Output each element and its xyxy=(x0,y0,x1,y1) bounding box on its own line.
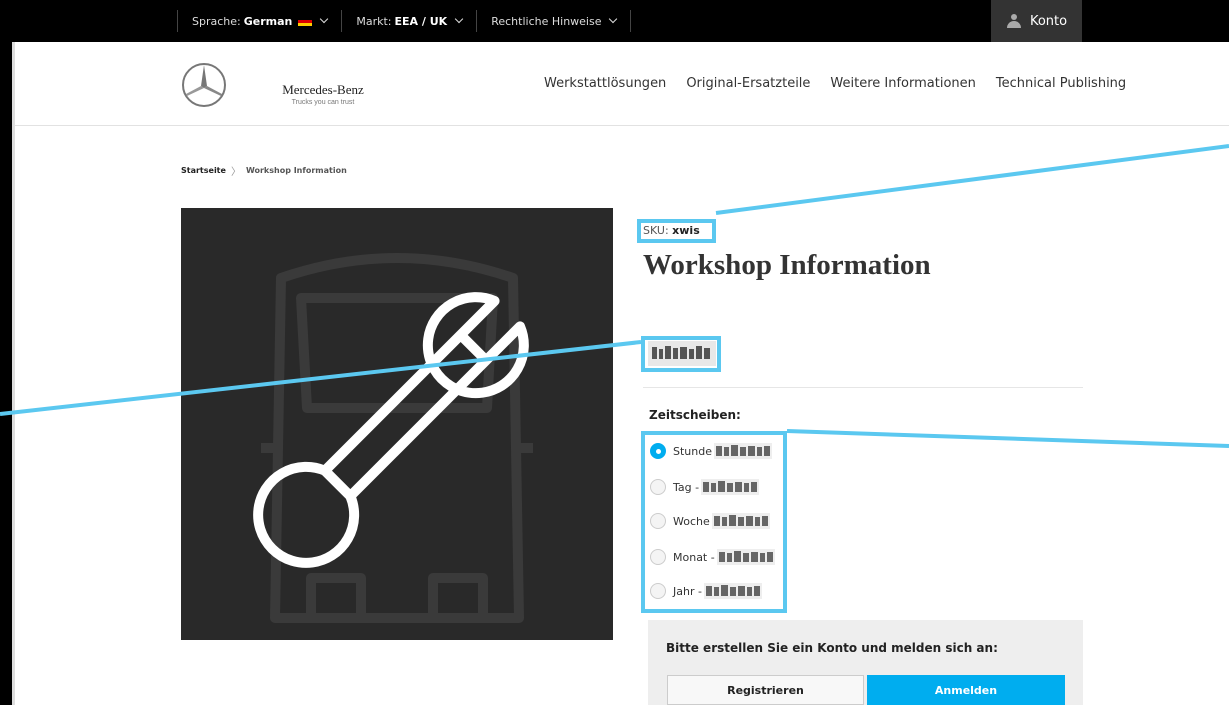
nav-original-ersatzteile[interactable]: Original-Ersatzteile xyxy=(686,76,810,91)
legal-notices-menu[interactable]: Rechtliche Hinweise xyxy=(476,10,632,32)
mercedes-star-logo-icon[interactable] xyxy=(181,62,227,108)
wrench-icon xyxy=(253,292,529,568)
breadcrumb: Startseite 〉 Workshop Information xyxy=(181,163,347,178)
annotation-box-sku xyxy=(637,219,716,243)
language-selector[interactable]: Sprache: German xyxy=(177,10,341,32)
top-utility-bar: Sprache: German Markt: EEA / UK Rechtlic… xyxy=(12,0,1229,42)
brand-name: Mercedes-Benz xyxy=(282,82,364,97)
language-label: Sprache: xyxy=(192,14,241,28)
account-button[interactable]: Konto xyxy=(991,0,1082,42)
site-header: Mercedes-Benz Trucks you can trust Werks… xyxy=(15,42,1229,126)
german-flag-icon xyxy=(298,16,313,26)
annotation-box-options xyxy=(641,431,787,613)
nav-technical-publishing[interactable]: Technical Publishing xyxy=(996,76,1126,91)
account-label: Konto xyxy=(1029,13,1068,29)
market-value: EEA / UK xyxy=(394,14,448,28)
language-value: German xyxy=(243,14,293,28)
user-icon xyxy=(1006,14,1022,28)
register-button[interactable]: Registrieren xyxy=(667,675,864,705)
brand-wordmark[interactable]: Mercedes-Benz Trucks you can trust xyxy=(273,82,373,106)
chevron-down-icon xyxy=(609,14,618,24)
annotation-box-price xyxy=(641,336,721,372)
chevron-right-icon: 〉 xyxy=(230,167,241,178)
brand-tagline: Trucks you can trust xyxy=(291,99,355,106)
login-panel: Bitte erstellen Sie ein Konto und melden… xyxy=(648,620,1083,705)
breadcrumb-current: Workshop Information xyxy=(245,166,347,175)
market-label: Markt: xyxy=(356,14,392,28)
nav-weitere-informationen[interactable]: Weitere Informationen xyxy=(830,76,975,91)
section-divider xyxy=(643,387,1083,388)
main-navigation: Werkstattlösungen Original-Ersatzteile W… xyxy=(544,76,1146,91)
chevron-down-icon xyxy=(320,14,329,24)
product-title: Workshop Information xyxy=(643,249,931,281)
chevron-down-icon xyxy=(454,14,464,24)
timeslice-label: Zeitscheiben: xyxy=(649,408,741,422)
market-selector[interactable]: Markt: EEA / UK xyxy=(341,10,476,32)
utility-menu: Sprache: German Markt: EEA / UK Rechtlic… xyxy=(177,0,632,42)
product-image xyxy=(181,208,613,640)
login-prompt: Bitte erstellen Sie ein Konto und melden… xyxy=(666,641,998,655)
login-button[interactable]: Anmelden xyxy=(867,675,1065,705)
breadcrumb-home[interactable]: Startseite xyxy=(181,166,226,175)
legal-label: Rechtliche Hinweise xyxy=(491,14,602,28)
nav-werkstattloesungen[interactable]: Werkstattlösungen xyxy=(544,76,666,91)
